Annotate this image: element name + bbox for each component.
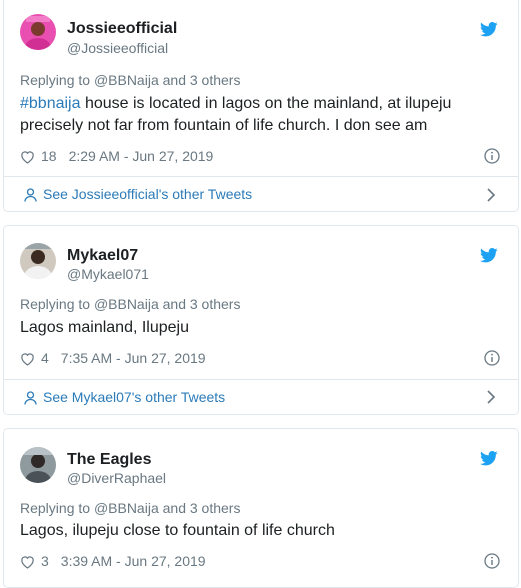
tweet-card[interactable]: Jossieeofficial @Jossieeofficial Replyin… (3, 0, 519, 212)
replying-prefix: Replying to (20, 296, 94, 312)
info-icon[interactable] (484, 553, 500, 569)
heart-icon[interactable] (20, 150, 35, 164)
see-other-tweets-link[interactable]: See Mykael07's other Tweets (24, 389, 225, 406)
twitter-bird-icon[interactable] (480, 451, 498, 466)
twitter-bird-icon[interactable] (480, 22, 498, 37)
divider (4, 176, 518, 177)
mention-link[interactable]: @BBNaija (94, 296, 159, 312)
timestamp[interactable]: 3:39 AM - Jun 27, 2019 (61, 553, 206, 570)
replying-suffix: and 3 others (158, 296, 241, 312)
like-count[interactable]: 18 (41, 148, 57, 165)
replying-to: Replying to @BBNaija and 3 others (20, 296, 240, 313)
replying-to: Replying to @BBNaija and 3 others (20, 500, 240, 517)
person-icon (24, 390, 37, 405)
tweet-text: Lagos, ilupeju close to fountain of life… (20, 522, 335, 539)
tweet-header: The Eagles @DiverRaphael (4, 429, 518, 489)
info-icon[interactable] (484, 148, 500, 164)
replying-suffix: and 3 others (158, 72, 241, 88)
tweet-header: Jossieeofficial @Jossieeofficial (4, 0, 518, 60)
author-handle[interactable]: @DiverRaphael (67, 470, 166, 487)
mention-link[interactable]: @BBNaija (94, 500, 159, 516)
author-handle[interactable]: @Mykael071 (67, 266, 149, 283)
heart-icon[interactable] (20, 555, 35, 569)
tweet-header: Mykael07 @Mykael071 (4, 226, 518, 286)
chevron-right-icon[interactable] (486, 188, 496, 202)
tweet-card[interactable]: Mykael07 @Mykael071 Replying to @BBNaija… (3, 225, 519, 415)
info-icon[interactable] (484, 350, 500, 366)
tweet-text: #bbnaija house is located in lagos on th… (20, 93, 500, 137)
replying-prefix: Replying to (20, 72, 94, 88)
timestamp[interactable]: 2:29 AM - Jun 27, 2019 (69, 148, 214, 165)
hashtag-link[interactable]: #bbnaija (20, 95, 81, 112)
avatar[interactable] (20, 14, 56, 50)
mention-link[interactable]: @BBNaija (94, 72, 159, 88)
author-name[interactable]: Jossieeofficial (67, 19, 177, 38)
timestamp[interactable]: 7:35 AM - Jun 27, 2019 (61, 350, 206, 367)
twitter-bird-icon[interactable] (480, 248, 498, 263)
avatar[interactable] (20, 447, 56, 483)
replying-prefix: Replying to (20, 500, 94, 516)
author-handle[interactable]: @Jossieeofficial (67, 40, 168, 57)
tweet-body: house is located in lagos on the mainlan… (20, 95, 452, 134)
tweet-meta: 4 7:35 AM - Jun 27, 2019 (20, 350, 206, 367)
see-more-label[interactable]: See Jossieeofficial's other Tweets (43, 186, 252, 203)
chevron-right-icon[interactable] (486, 390, 496, 404)
see-more-label[interactable]: See Mykael07's other Tweets (43, 389, 225, 406)
tweet-text: Lagos mainland, Ilupeju (20, 319, 190, 336)
like-count[interactable]: 4 (41, 350, 49, 367)
avatar[interactable] (20, 243, 56, 279)
divider (4, 379, 518, 380)
like-count[interactable]: 3 (41, 553, 49, 570)
tweet-meta: 3 3:39 AM - Jun 27, 2019 (20, 553, 206, 570)
replying-suffix: and 3 others (158, 500, 241, 516)
author-name[interactable]: Mykael07 (67, 246, 138, 265)
person-icon (24, 187, 37, 202)
author-name[interactable]: The Eagles (67, 450, 151, 469)
tweet-meta: 18 2:29 AM - Jun 27, 2019 (20, 148, 213, 165)
see-other-tweets-link[interactable]: See Jossieeofficial's other Tweets (24, 186, 252, 203)
heart-icon[interactable] (20, 352, 35, 366)
tweet-card[interactable]: The Eagles @DiverRaphael Replying to @BB… (3, 428, 519, 588)
replying-to: Replying to @BBNaija and 3 others (20, 72, 240, 89)
